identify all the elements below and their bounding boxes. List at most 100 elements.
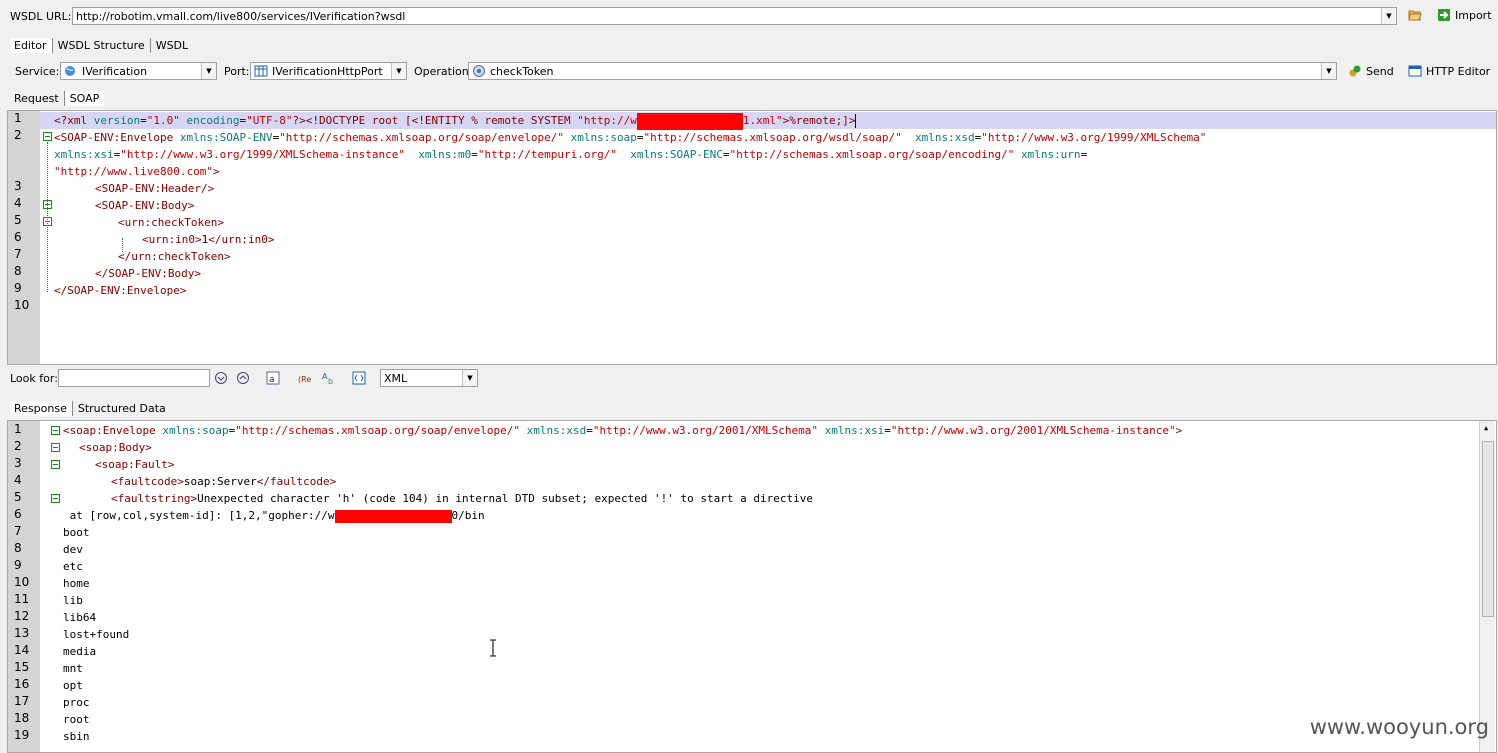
syntax-value: XML (384, 371, 408, 385)
line-number: 2 (14, 128, 22, 142)
request-line-3: <SOAP-ENV:Header/> (95, 182, 215, 195)
line-number: 6 (14, 230, 22, 244)
tab-structured-data[interactable]: Structured Data (73, 401, 171, 416)
send-button[interactable]: Send (1348, 64, 1394, 78)
fold-toggle-soap-fault[interactable] (51, 460, 60, 469)
request-line-1: <?xml version="1.0" encoding="UTF-8"?><!… (54, 112, 857, 130)
response-line-15: mnt (63, 662, 83, 675)
response-line-9: etc (63, 560, 83, 573)
line-number: 4 (14, 196, 22, 210)
response-editor[interactable]: 1 2 3 4 5 6 7 8 9 10 11 12 13 14 15 16 1… (7, 420, 1497, 753)
operation-dropdown-arrow[interactable]: ▼ (1321, 63, 1336, 79)
http-editor-button[interactable]: HTTP Editor (1408, 64, 1490, 78)
http-editor-label: HTTP Editor (1426, 64, 1491, 78)
tab-response[interactable]: Response (10, 401, 73, 416)
folder-open-icon (1408, 10, 1422, 21)
replace-button[interactable]: Ab (322, 371, 336, 385)
port-dropdown-arrow[interactable]: ▼ (391, 63, 406, 79)
whole-word-icon (352, 371, 366, 385)
find-next-button[interactable] (214, 371, 228, 385)
syntax-dropdown-arrow[interactable]: ▼ (462, 370, 477, 386)
scroll-up-arrow[interactable]: ▲ (1484, 424, 1488, 432)
request-line-6: <urn:in0>1</urn:in0> (142, 233, 275, 246)
line-number: 3 (14, 179, 22, 193)
response-line-12: lib64 (63, 611, 97, 624)
service-value: IVerification (82, 64, 148, 78)
service-dropdown-arrow[interactable]: ▼ (201, 63, 216, 79)
request-line-2-wrap-b: "http://www.live800.com"> (54, 165, 220, 178)
service-icon (65, 66, 75, 76)
line-number: 1 (14, 422, 22, 436)
operation-label: Operation: (414, 65, 473, 78)
fold-toggle-soap-body[interactable] (51, 443, 60, 452)
line-number: 9 (14, 558, 22, 572)
line-number: 4 (14, 473, 22, 487)
match-case-button[interactable]: a (266, 371, 280, 385)
service-select[interactable]: IVerification ▼ (60, 62, 217, 80)
operation-value: checkToken (490, 64, 554, 78)
response-line-16: opt (63, 679, 83, 692)
line-number: 8 (14, 264, 22, 278)
response-line-6: at [row,col,system-id]: [1,2,"gopher://w… (63, 509, 485, 523)
line-number: 18 (14, 711, 30, 725)
scrollbar-thumb[interactable] (1482, 441, 1494, 617)
wsdl-url-dropdown-arrow[interactable]: ▼ (1381, 8, 1396, 24)
response-line-8: dev (63, 543, 83, 556)
line-number: 16 (14, 677, 30, 691)
look-for-input[interactable] (58, 369, 210, 387)
find-previous-button[interactable] (236, 371, 250, 385)
line-number: 8 (14, 541, 22, 555)
fold-toggle-envelope[interactable] (43, 132, 52, 141)
tab-editor[interactable]: Editor (10, 38, 53, 53)
tab-wsdl-structure[interactable]: WSDL Structure (53, 38, 151, 53)
editor-tabs: Editor WSDL Structure WSDL (10, 38, 193, 53)
response-line-17: proc (63, 696, 90, 709)
import-icon (1438, 9, 1450, 21)
line-number: 2 (14, 439, 22, 453)
response-line-19: sbin (63, 730, 90, 743)
match-case-icon: a (266, 371, 280, 385)
regex-icon: (Re) (298, 375, 312, 384)
port-select[interactable]: IVerificationHttpPort ▼ (250, 62, 407, 80)
request-line-2-wrap-a: xmlns:xsi="http://www.w3.org/1999/XMLSch… (54, 148, 1088, 161)
request-line-2: <SOAP-ENV:Envelope xmlns:SOAP-ENV="http:… (54, 131, 1207, 144)
request-line-4: <SOAP-ENV:Body> (95, 199, 195, 212)
redaction-mark (636, 112, 743, 130)
send-icon (1349, 65, 1361, 77)
find-up-icon (237, 372, 249, 384)
port-label: Port: (224, 65, 250, 78)
request-line-7: </urn:checkToken> (118, 250, 231, 263)
fold-toggle-faultstring[interactable] (51, 494, 60, 503)
syntax-select[interactable]: XML ▼ (380, 369, 478, 387)
regex-button[interactable]: (Re) (298, 371, 312, 385)
svg-text:(Re): (Re) (298, 375, 312, 384)
port-icon (254, 65, 268, 77)
line-number: 12 (14, 609, 30, 623)
open-file-button[interactable] (1408, 8, 1422, 22)
look-for-label: Look for: (10, 372, 58, 385)
whole-word-button[interactable] (352, 371, 366, 385)
wsdl-url-input[interactable]: http://robotim.vmall.com/live800/service… (72, 7, 1397, 25)
line-number: 5 (14, 490, 22, 504)
line-number: 6 (14, 507, 22, 521)
tab-soap[interactable]: SOAP (64, 91, 105, 106)
response-line-2: <soap:Body> (79, 441, 152, 454)
response-line-10: home (63, 577, 90, 590)
line-number: 10 (14, 298, 30, 312)
ibeam-cursor-icon (490, 639, 496, 657)
line-number: 3 (14, 456, 22, 470)
request-line-5: <urn:checkToken> (118, 216, 224, 229)
fold-guide (47, 142, 48, 292)
request-editor[interactable]: 1 2 3 4 5 6 7 8 9 10 <?xml version="1.0"… (7, 110, 1497, 365)
response-scrollbar[interactable]: ▲ (1479, 421, 1495, 752)
fold-toggle-soap-envelope[interactable] (51, 426, 60, 435)
response-line-3: <soap:Fault> (95, 458, 175, 471)
tab-request[interactable]: Request (10, 91, 65, 106)
line-number: 13 (14, 626, 30, 640)
tab-wsdl[interactable]: WSDL (151, 38, 193, 53)
line-number: 9 (14, 281, 22, 295)
service-label: Service: (15, 65, 60, 78)
port-value: IVerificationHttpPort (272, 64, 383, 78)
operation-select[interactable]: checkToken ▼ (468, 62, 1337, 80)
import-button[interactable]: Import (1437, 8, 1492, 22)
